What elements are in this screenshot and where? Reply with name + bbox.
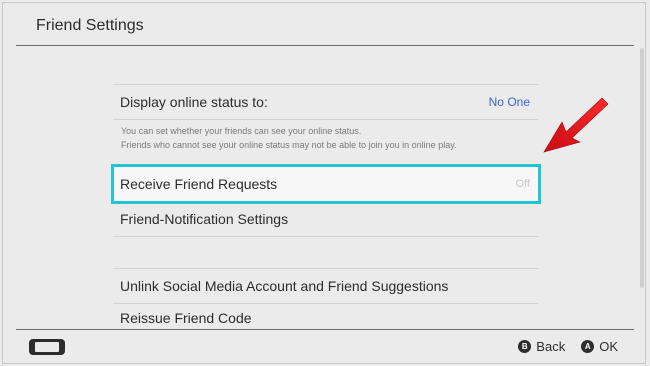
a-button-icon: A: [581, 340, 595, 353]
b-button-icon: B: [518, 340, 532, 353]
receive-requests-label: Receive Friend Requests: [120, 176, 278, 192]
console-icon: [29, 339, 65, 355]
footer-actions: B Back A OK: [518, 339, 618, 354]
reissue-friend-code-setting[interactable]: Reissue Friend Code: [113, 306, 538, 330]
online-status-setting[interactable]: Display online status to: No One: [113, 85, 538, 119]
friend-notification-settings[interactable]: Friend-Notification Settings: [113, 202, 538, 236]
scrollbar[interactable]: [640, 48, 644, 288]
ok-button[interactable]: A OK: [581, 339, 618, 354]
back-button[interactable]: B Back: [518, 339, 565, 354]
page-title: Friend Settings: [36, 17, 144, 34]
list-divider: [113, 303, 538, 304]
unlink-social-label: Unlink Social Media Account and Friend S…: [120, 278, 449, 294]
footer-divider: [16, 329, 634, 330]
header-divider: [16, 45, 634, 46]
description-line: You can set whether your friends can see…: [121, 126, 362, 136]
reissue-code-label: Reissue Friend Code: [120, 310, 252, 326]
online-status-description: You can set whether your friends can see…: [121, 124, 457, 152]
receive-requests-value: Off: [515, 178, 530, 190]
notification-settings-label: Friend-Notification Settings: [120, 211, 289, 227]
back-label: Back: [536, 339, 566, 354]
ok-label: OK: [599, 339, 618, 354]
unlink-social-setting[interactable]: Unlink Social Media Account and Friend S…: [113, 269, 538, 303]
description-line: Friends who cannot see your online statu…: [121, 140, 457, 150]
list-divider: [113, 236, 538, 237]
online-status-value: No One: [488, 95, 530, 109]
annotation-arrow-icon: [543, 97, 609, 153]
online-status-label: Display online status to:: [120, 94, 268, 110]
receive-friend-requests-setting[interactable]: Receive Friend Requests Off: [111, 164, 541, 204]
list-divider: [113, 119, 538, 120]
